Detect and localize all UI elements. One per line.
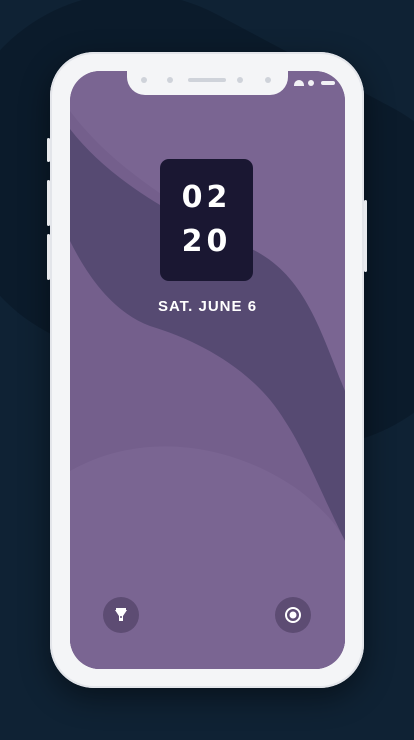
sensor-dot: [141, 77, 147, 83]
lock-screen[interactable]: 02 20 SAT. JUNE 6: [70, 71, 345, 669]
side-button-volume-down: [47, 234, 50, 280]
camera-button[interactable]: [275, 597, 311, 633]
battery-icon: [321, 81, 335, 85]
side-button-power: [364, 200, 367, 272]
notch: [127, 71, 288, 95]
clock-card: 02 20: [160, 159, 253, 281]
clock-hours: 02: [181, 180, 232, 215]
date-label: SAT. JUNE 6: [157, 298, 258, 315]
wifi-icon: [308, 80, 314, 86]
signal-icon: [294, 80, 304, 86]
camera-icon: [285, 607, 301, 623]
flashlight-button[interactable]: [103, 597, 139, 633]
speaker-grille: [188, 78, 226, 82]
sensor-dot: [265, 77, 271, 83]
flashlight-icon: [115, 608, 127, 621]
front-camera: [237, 77, 243, 83]
clock-minutes: 20: [181, 224, 232, 259]
status-bar: [294, 80, 335, 86]
side-button-mute: [47, 138, 50, 162]
sensor-dot: [167, 77, 173, 83]
side-button-volume-up: [47, 180, 50, 226]
